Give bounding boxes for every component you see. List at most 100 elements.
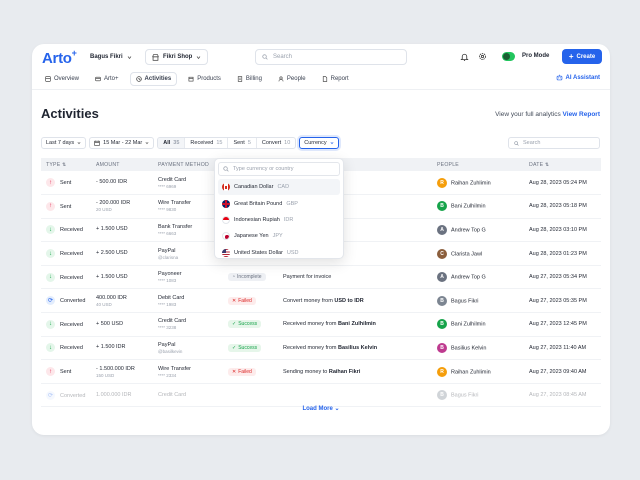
tab-label: Products — [197, 76, 221, 82]
top-bar: Arto+ Bagus Fikri Fikri Shop Search Pro … — [32, 44, 610, 70]
status-badge: ✓Success — [228, 343, 262, 352]
card-icon — [95, 76, 101, 82]
tab-products[interactable]: Products — [183, 72, 226, 86]
load-more-button[interactable]: Load More ⌄ — [32, 405, 610, 412]
column-header-label: PAYMENT METHOD — [158, 161, 209, 168]
people-cell: B Bani Zulhilmin — [432, 194, 524, 219]
payment-method-cell: Wire Transfer **** 9830 — [153, 194, 223, 219]
tab-label: Arto+ — [104, 76, 119, 82]
avatar: A — [437, 224, 447, 235]
shop-switcher[interactable]: Fikri Shop — [145, 49, 209, 65]
arrow-down-icon: ↓ — [46, 225, 55, 235]
currency-search-input[interactable]: Type currency or country — [218, 162, 340, 176]
payment-method-name: Wire Transfer — [158, 365, 192, 372]
segment-received[interactable]: Received 15 — [185, 138, 229, 148]
payment-method-cell: PayPal @basilkevin — [153, 336, 223, 361]
ai-assistant-label: AI Assistant — [565, 74, 600, 81]
app-logo[interactable]: Arto+ — [42, 48, 77, 67]
table-row[interactable]: ↓ Received + 500 USD Credit Card **** 3238… — [41, 312, 601, 337]
currency-option-cad[interactable]: Canadian Dollar CAD — [218, 179, 340, 196]
people-cell: B Bagus Fikri — [432, 288, 524, 314]
description-text: Sending money to — [283, 368, 328, 375]
table-row[interactable]: ⟳ Converted 1.000.000 IDR Credit Card B Ba… — [41, 383, 601, 408]
tab-report[interactable]: Report — [317, 72, 354, 86]
column-header-payment-method[interactable]: PAYMENT METHOD — [153, 158, 223, 171]
view-report-link[interactable]: View Report — [563, 111, 600, 118]
user-switcher[interactable]: Bagus Fikri — [82, 49, 138, 65]
segment-all[interactable]: All 35 — [158, 138, 186, 148]
date-cell: Aug 28, 2023 05:24 PM — [524, 171, 601, 196]
status-label: Success — [238, 344, 258, 351]
currency-option-idr[interactable]: Indonesian Rupiah IDR — [218, 212, 340, 228]
payment-method-cell: Bank Transfer **** 6663 — [153, 218, 223, 243]
column-header-people[interactable]: PEOPLE — [432, 158, 524, 171]
description-cell: Received money from Basilius Kelvin — [278, 336, 432, 361]
chevron-down-icon: ⌄ — [334, 406, 340, 412]
report-icon — [322, 76, 328, 82]
avatar: B — [437, 295, 447, 306]
convert-icon: ⟳ — [46, 296, 55, 306]
global-search-input[interactable]: Search — [255, 49, 407, 65]
segment-sent[interactable]: Sent 5 — [228, 138, 257, 148]
tab-label: Report — [330, 76, 349, 82]
period-select[interactable]: Last 7 days — [41, 137, 87, 149]
people-cell: C Clarista Jawl — [432, 241, 524, 266]
type-cell: ↓ Received — [41, 241, 91, 266]
table-row[interactable]: ↓ Received + 1.500 USD Payoneer **** 1083 … — [41, 265, 601, 290]
amount-cell: + 500 USD — [91, 312, 153, 337]
column-header-type[interactable]: TYPE ⇅ — [41, 158, 91, 171]
person-name: Bagus Fikri — [451, 392, 479, 399]
avatar: B — [437, 201, 447, 212]
column-header-amount[interactable]: AMOUNT — [91, 158, 153, 171]
segment-label: Convert — [261, 140, 282, 146]
arrow-up-icon: ↑ — [46, 178, 55, 188]
chevron-down-icon — [77, 141, 81, 145]
tab-overview[interactable]: Overview — [40, 72, 84, 86]
type-cell: ↓ Received — [41, 336, 91, 361]
create-button[interactable]: + Create — [562, 49, 602, 64]
payment-method-cell: Debit Card **** 1983 — [153, 288, 223, 314]
bell-icon[interactable] — [460, 52, 469, 61]
table-row[interactable]: ↑ Sent - 1.500.000 IDR 150 USD Wire Transf… — [41, 359, 601, 384]
currency-select[interactable]: Currency — [299, 137, 339, 149]
type-label: Sent — [60, 203, 72, 210]
load-more-label: Load More — [302, 406, 333, 412]
arrow-down-icon: ↓ — [46, 249, 55, 259]
tab-activities[interactable]: Activities — [129, 72, 178, 86]
amount-value: 1.000.000 IDR — [96, 391, 132, 398]
type-cell: ↑ Sent — [41, 194, 91, 219]
ai-assistant-button[interactable]: AI Assistant — [556, 74, 600, 81]
description-cell — [278, 383, 432, 408]
table-row[interactable]: ↓ Received + 1.500 IDR PayPal @basilkevin … — [41, 336, 601, 361]
clock-icon: ◔ — [232, 274, 236, 281]
robot-icon — [556, 74, 563, 81]
currency-code: IDR — [283, 216, 294, 223]
date-value: Aug 27, 2023 12:45 PM — [529, 321, 587, 328]
calendar-icon — [94, 140, 100, 146]
tab-arto-plus[interactable]: Arto+ — [90, 72, 124, 86]
tab-people[interactable]: People — [273, 72, 311, 86]
currency-label: Currency — [304, 140, 327, 146]
column-header-date[interactable]: DATE ⇅ — [524, 158, 601, 171]
check-icon: ✓ — [232, 344, 237, 351]
people-cell: B Bani Zulhilmin — [432, 312, 524, 337]
type-label: Converted — [60, 298, 86, 305]
tab-billing[interactable]: Billing — [232, 72, 267, 86]
table-search-input[interactable]: Search — [508, 137, 600, 149]
date-value: Aug 27, 2023 11:40 AM — [529, 344, 587, 351]
table-row[interactable]: ⟳ Converted 400.000 IDR 40 USD Debit Card *… — [41, 288, 601, 314]
date-value: Aug 28, 2023 01:23 PM — [529, 250, 587, 257]
type-cell: ⟳ Converted — [41, 383, 91, 408]
currency-option-usd[interactable]: United States Dollar USD — [218, 245, 340, 261]
pro-mode-toggle[interactable] — [502, 52, 515, 61]
date-range-picker[interactable]: 15 Mar - 22 Mar — [89, 137, 155, 149]
date-cell: Aug 27, 2023 11:40 AM — [524, 336, 601, 361]
description-cell: Sending money to Raihan Fikri — [278, 359, 432, 384]
column-header-label: PEOPLE — [437, 161, 459, 168]
amount-cell: - 200.000 IDR 20 USD — [91, 194, 153, 219]
currency-option-jpy[interactable]: Japanese Yen JPY — [218, 228, 340, 244]
currency-option-gbp[interactable]: Great Britain Pound GBP — [218, 195, 340, 211]
gear-icon[interactable] — [478, 52, 487, 61]
segment-convert[interactable]: Convert 10 — [257, 138, 295, 148]
currency-code: GBP — [286, 200, 298, 207]
